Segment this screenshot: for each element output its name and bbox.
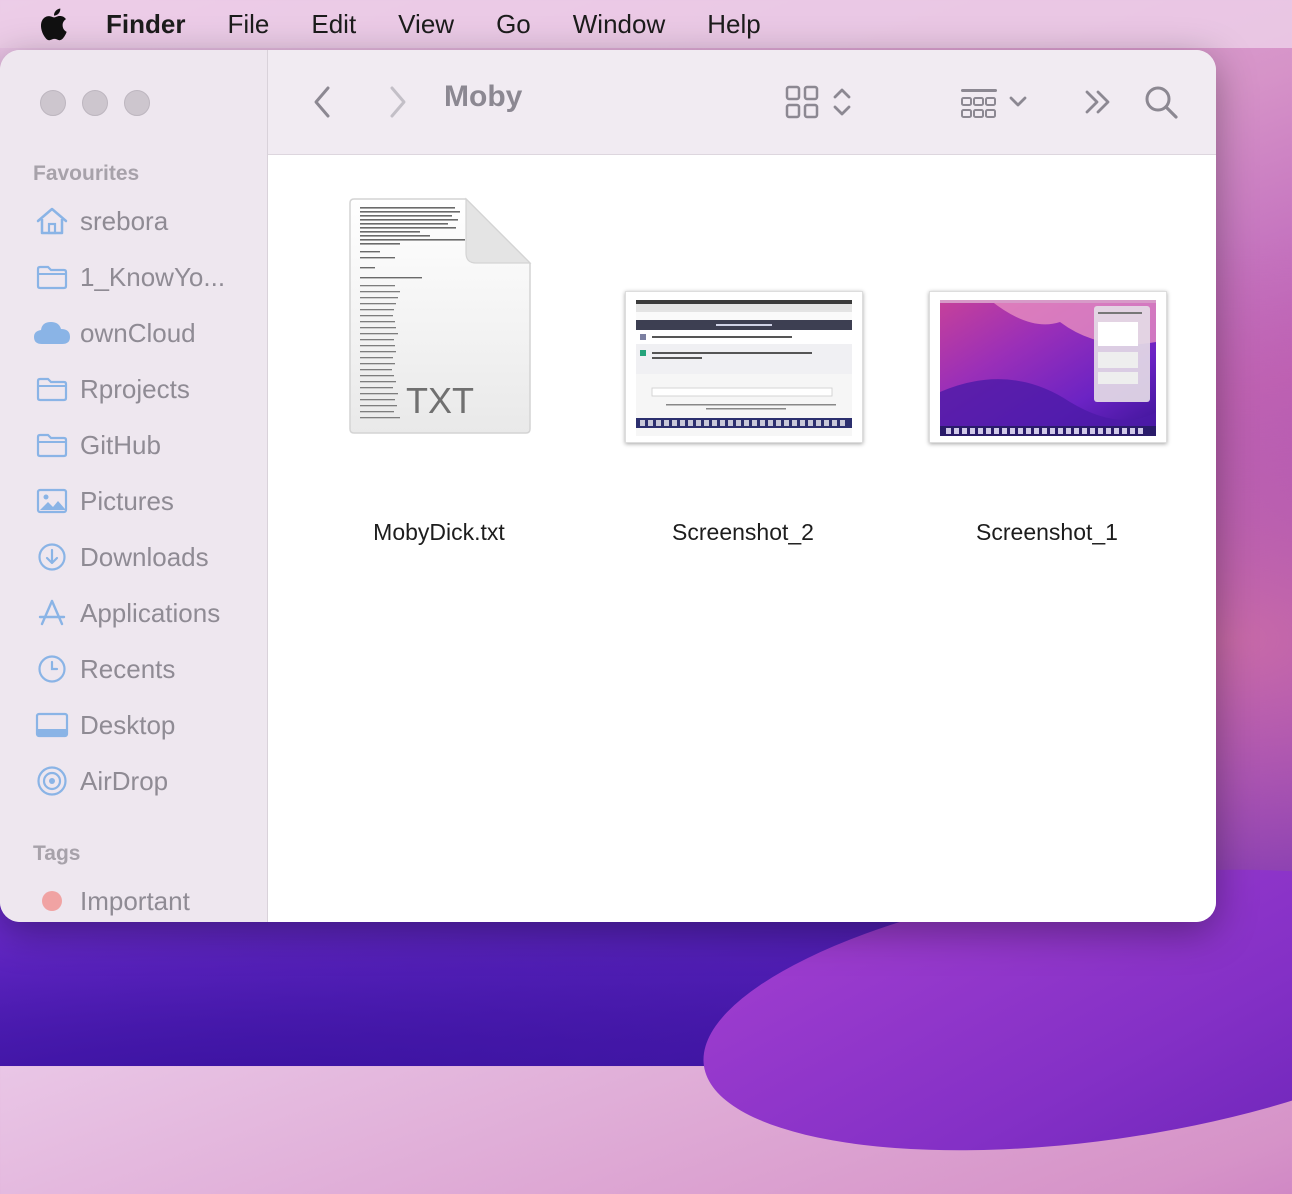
txt-badge: TXT — [406, 380, 474, 421]
up-down-chevron-icon — [833, 88, 851, 116]
sidebar-item-label: Rprojects — [80, 373, 190, 404]
close-button[interactable] — [40, 90, 66, 116]
cloud-icon — [32, 317, 72, 349]
sidebar-item-applications[interactable]: Applications — [32, 593, 220, 633]
menu-go[interactable]: Go — [496, 9, 531, 40]
file-name-screenshot-1: Screenshot_1 — [976, 519, 1118, 545]
menu-file[interactable]: File — [227, 9, 269, 40]
search-icon — [1145, 86, 1178, 119]
sidebar-item-label: Downloads — [80, 541, 209, 572]
toolbar: Moby — [268, 50, 1216, 155]
search-button[interactable] — [1142, 78, 1180, 126]
window-controls — [40, 90, 150, 116]
pictures-icon — [32, 485, 72, 517]
sidebar-item-label: GitHub — [80, 429, 161, 460]
finder-window: Favourites srebora 1_KnowYo... ownCloud … — [0, 50, 1216, 922]
group-icon — [961, 89, 997, 118]
tag-dot-icon — [32, 885, 72, 917]
sidebar-item-label: 1_KnowYo... — [80, 261, 226, 292]
sidebar-item-label: Desktop — [80, 709, 176, 740]
screenshot-2-thumbnail — [625, 291, 863, 443]
menu-edit[interactable]: Edit — [311, 9, 356, 40]
zoom-button[interactable] — [124, 90, 150, 116]
file-browser: TXT MobyDick.txt Screenshot_2 Screenshot… — [268, 155, 1216, 922]
sidebar-item-label: srebora — [80, 205, 169, 236]
sidebar-item-owncloud[interactable]: ownCloud — [32, 313, 196, 353]
view-mode-button[interactable] — [784, 78, 854, 126]
double-chevron-right-icon — [1085, 90, 1110, 114]
sidebar-item-recents[interactable]: Recents — [32, 649, 175, 689]
chevron-right-icon — [390, 86, 406, 118]
downloads-icon — [32, 541, 72, 573]
recents-icon — [32, 653, 72, 685]
airdrop-icon — [32, 765, 72, 797]
home-icon — [32, 205, 72, 237]
menu-help[interactable]: Help — [707, 9, 760, 40]
applications-icon — [32, 597, 72, 629]
sidebar: Favourites srebora 1_KnowYo... ownCloud … — [0, 50, 268, 922]
sidebar-item-label: ownCloud — [80, 317, 196, 348]
window-title: Moby — [444, 80, 523, 113]
sidebar-tag-important[interactable]: Important — [32, 881, 190, 921]
folder-icon — [32, 373, 72, 405]
sidebar-item-label: Pictures — [80, 485, 174, 516]
desktop-icon — [32, 709, 72, 741]
sidebar-item-github[interactable]: GitHub — [32, 425, 161, 465]
folder-icon — [32, 261, 72, 293]
sidebar-item-knowyo[interactable]: 1_KnowYo... — [32, 257, 225, 297]
menu-window[interactable]: Window — [573, 9, 665, 40]
sidebar-item-airdrop[interactable]: AirDrop — [32, 761, 168, 801]
menu-view[interactable]: View — [398, 9, 454, 40]
sidebar-item-pictures[interactable]: Pictures — [32, 481, 174, 521]
sidebar-item-label: Recents — [80, 653, 176, 684]
chevron-down-icon — [1009, 96, 1027, 107]
sidebar-item-label: Important — [80, 885, 190, 916]
sidebar-item-label: Applications — [80, 597, 221, 628]
sidebar-item-downloads[interactable]: Downloads — [32, 537, 209, 577]
minimize-button[interactable] — [82, 90, 108, 116]
sidebar-item-desktop[interactable]: Desktop — [32, 705, 175, 745]
screenshot-1-thumbnail — [929, 291, 1167, 443]
file-name-mobydick: MobyDick.txt — [373, 519, 505, 545]
back-button[interactable] — [308, 78, 338, 126]
file-name-screenshot-2: Screenshot_2 — [672, 519, 814, 545]
forward-button[interactable] — [382, 78, 412, 126]
menu-finder[interactable]: Finder — [106, 9, 185, 40]
sidebar-item-label: AirDrop — [80, 765, 169, 796]
menu-bar: Finder File Edit View Go Window Help — [0, 0, 1292, 48]
grid-view-icon — [785, 85, 819, 119]
group-by-button[interactable] — [960, 78, 1030, 126]
tags-header: Tags — [33, 842, 81, 865]
favourites-header: Favourites — [33, 162, 140, 185]
more-toolbar-button[interactable] — [1082, 78, 1114, 126]
chevron-left-icon — [314, 86, 330, 118]
folder-icon — [32, 429, 72, 461]
apple-menu-icon[interactable] — [38, 7, 68, 41]
sidebar-item-srebora[interactable]: srebora — [32, 201, 168, 241]
sidebar-item-rprojects[interactable]: Rprojects — [32, 369, 190, 409]
